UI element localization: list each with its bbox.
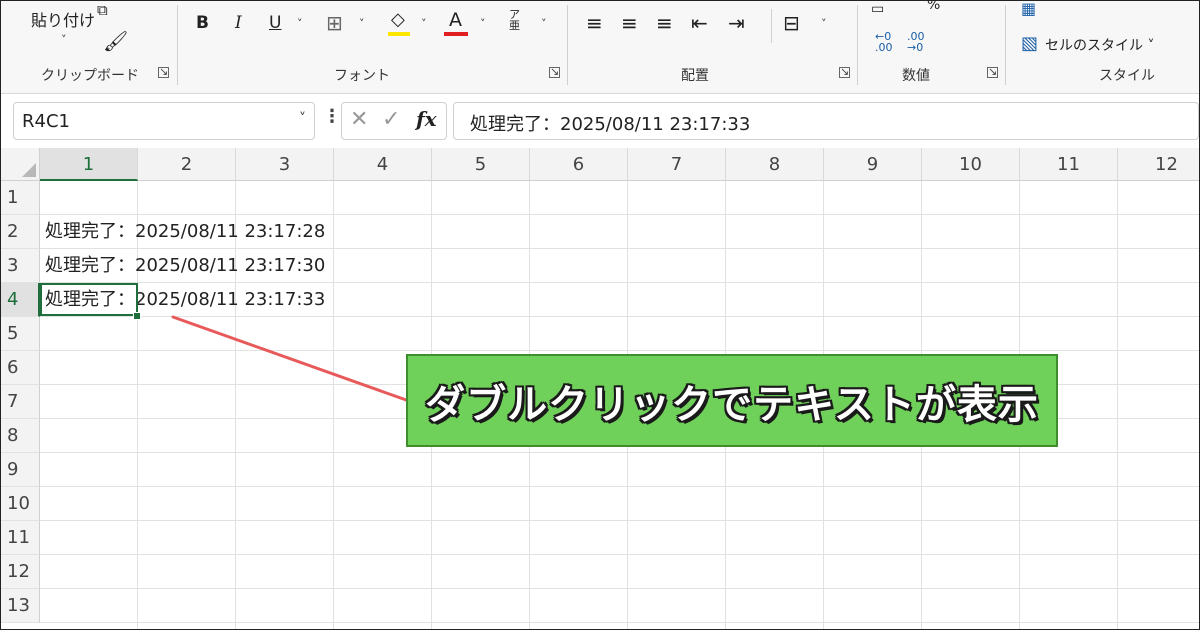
annotation-callout: ダブルクリックでテキストが表示 <box>406 354 1058 447</box>
annotation-text: ダブルクリックでテキストが表示 <box>425 381 1039 428</box>
excel-window: 貼り付け ⧉ ˅ 🖌 クリップボード ↘ B I U ˅ ⊞ ˅ ◇ ˅ A ˅… <box>0 0 1200 630</box>
annotation-arrow <box>171 315 411 403</box>
